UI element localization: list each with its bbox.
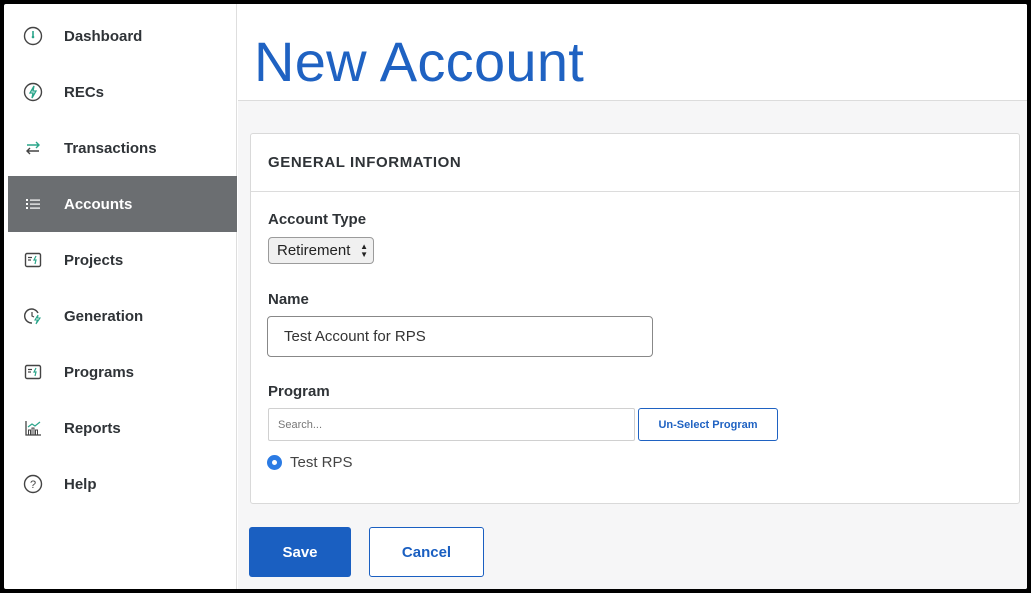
sidebar-item-transactions[interactable]: Transactions [8, 120, 237, 176]
account-type-select[interactable]: Retirement ▲ ▼ [268, 237, 374, 264]
question-circle-icon: ? [22, 473, 44, 495]
sidebar: Dashboard RECs Transactions Accounts Pro… [8, 4, 237, 589]
main-content: New Account GENERAL INFORMATION Account … [238, 4, 1027, 589]
app-window: Dashboard RECs Transactions Accounts Pro… [4, 4, 1027, 589]
general-information-card: GENERAL INFORMATION Account Type Retirem… [250, 133, 1020, 504]
sidebar-item-recs[interactable]: RECs [8, 64, 237, 120]
clock-lightning-icon [22, 305, 44, 327]
project-card-icon [22, 249, 44, 271]
sidebar-item-programs[interactable]: Programs [8, 344, 237, 400]
name-input[interactable]: Test Account for RPS [267, 316, 653, 357]
bar-chart-icon [22, 417, 44, 439]
name-label: Name [268, 291, 309, 308]
sidebar-item-generation[interactable]: Generation [8, 288, 237, 344]
sidebar-item-label: Programs [64, 363, 135, 381]
swap-arrows-icon [22, 137, 44, 159]
cancel-button[interactable]: Cancel [369, 527, 484, 577]
sidebar-item-projects[interactable]: Projects [8, 232, 237, 288]
sidebar-item-accounts[interactable]: Accounts [8, 176, 237, 232]
program-search-input[interactable]: Search... [268, 408, 635, 441]
save-button[interactable]: Save [249, 527, 351, 577]
account-type-label: Account Type [268, 211, 367, 228]
sidebar-item-label: Accounts [64, 195, 133, 213]
sidebar-item-label: RECs [64, 83, 105, 101]
svg-text:?: ? [30, 479, 36, 491]
page-header: New Account [238, 4, 1027, 101]
unselect-program-button[interactable]: Un-Select Program [638, 408, 778, 441]
select-arrows-icon: ▲ ▼ [360, 242, 368, 259]
program-option-test-rps[interactable]: Test RPS [267, 452, 353, 472]
sidebar-item-dashboard[interactable]: Dashboard [8, 8, 237, 64]
list-icon [22, 193, 44, 215]
name-value: Test Account for RPS [284, 328, 426, 345]
lightning-circle-icon [22, 81, 44, 103]
sidebar-item-help[interactable]: ? Help [8, 456, 237, 512]
search-placeholder: Search... [278, 418, 323, 431]
page-title: New Account [254, 30, 585, 93]
sidebar-item-label: Dashboard [64, 27, 143, 45]
program-option-label: Test RPS [290, 453, 353, 471]
sidebar-item-label: Reports [64, 419, 121, 437]
account-type-value: Retirement [277, 242, 351, 259]
sidebar-item-label: Help [64, 475, 97, 493]
sidebar-item-label: Transactions [64, 139, 157, 157]
sidebar-item-reports[interactable]: Reports [8, 400, 237, 456]
program-card-icon [22, 361, 44, 383]
program-label: Program [268, 383, 330, 400]
section-title: GENERAL INFORMATION [251, 134, 1019, 192]
sidebar-item-label: Projects [64, 251, 124, 269]
radio-selected-icon[interactable] [267, 454, 282, 470]
dashboard-gauge-icon [22, 25, 44, 47]
sidebar-item-label: Generation [64, 307, 144, 325]
